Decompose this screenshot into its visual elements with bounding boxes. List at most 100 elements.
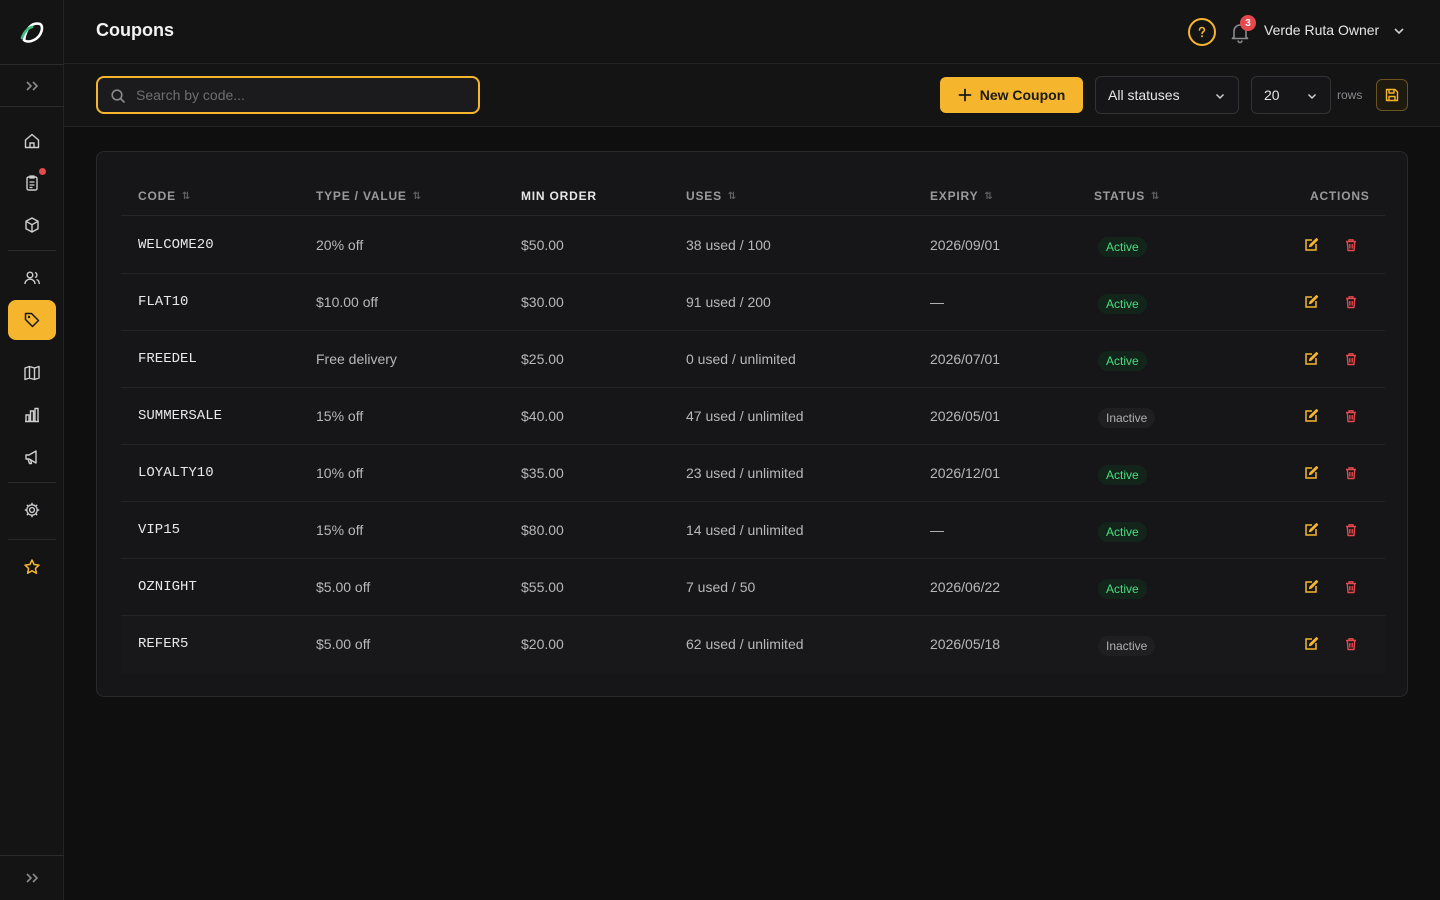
help-button[interactable]: [1188, 18, 1216, 46]
table-row[interactable]: LOYALTY10 10% off $35.00 23 used / unlimite…: [121, 445, 1385, 502]
table-row[interactable]: OZNIGHT $5.00 off $55.00 7 used / 50 2026/06…: [121, 559, 1385, 616]
status-badge: Active: [1098, 465, 1147, 485]
page-title: Coupons: [96, 20, 174, 40]
coupon-min-order: $80.00: [521, 522, 564, 538]
sidebar-divider: [8, 539, 56, 540]
chevron-down-icon[interactable]: [1392, 24, 1406, 38]
delete-button[interactable]: [1342, 350, 1360, 368]
column-header-uses[interactable]: USES ⇅: [686, 189, 737, 203]
sidebar-item-catalog[interactable]: [8, 353, 56, 393]
coupon-type-value: 15% off: [316, 408, 364, 424]
status-badge: Active: [1098, 579, 1147, 599]
edit-button[interactable]: [1302, 521, 1320, 539]
chevron-down-icon: [1215, 93, 1225, 100]
sidebar-item-coupons[interactable]: [8, 300, 56, 340]
delete-button[interactable]: [1342, 635, 1360, 653]
star-icon: [24, 559, 40, 574]
coupon-code: FLAT10: [138, 294, 189, 310]
brand-logo[interactable]: [0, 0, 64, 64]
coupon-code: LOYALTY10: [138, 465, 214, 481]
column-header-type-value[interactable]: TYPE / VALUE ⇅: [316, 189, 422, 203]
coupon-code: FREEDEL: [138, 351, 197, 367]
users-icon: [24, 271, 40, 285]
column-header-label: CODE: [138, 189, 176, 203]
trash-icon: [1346, 581, 1356, 594]
edit-icon: [1305, 637, 1319, 650]
rows-per-page-select[interactable]: 20: [1251, 76, 1331, 114]
status-badge: Inactive: [1098, 408, 1156, 428]
edit-button[interactable]: [1302, 293, 1320, 311]
table-row[interactable]: SUMMERSALE 15% off $40.00 47 used / unlimit…: [121, 388, 1385, 445]
coupon-expiry: —: [930, 522, 944, 538]
sidebar-item-home[interactable]: [8, 121, 56, 161]
trash-icon: [1346, 638, 1356, 651]
coupon-expiry: —: [930, 294, 944, 310]
sidebar-item-settings[interactable]: [8, 490, 56, 530]
column-header-status[interactable]: STATUS ⇅: [1094, 189, 1160, 203]
sidebar-item-orders[interactable]: [8, 163, 56, 203]
edit-icon: [1305, 409, 1319, 422]
table-row[interactable]: FLAT10 $10.00 off $30.00 91 used / 200 — Acti…: [121, 274, 1385, 331]
chevron-down-icon: [1307, 93, 1317, 100]
edit-button[interactable]: [1302, 350, 1320, 368]
status-filter-select[interactable]: All statuses: [1095, 76, 1239, 114]
table-row[interactable]: WELCOME20 20% off $50.00 38 used / 100 2026/…: [121, 217, 1385, 274]
table-row[interactable]: FREEDEL Free delivery $25.00 0 used / unlim…: [121, 331, 1385, 388]
table-header: CODE ⇅ TYPE / VALUE ⇅ MIN ORDER USES ⇅ EXPI…: [121, 176, 1385, 216]
delete-button[interactable]: [1342, 236, 1360, 254]
save-view-button[interactable]: [1376, 79, 1408, 111]
new-coupon-button[interactable]: New Coupon: [940, 77, 1083, 113]
column-header-expiry[interactable]: EXPIRY ⇅: [930, 189, 994, 203]
trash-icon: [1346, 410, 1356, 423]
sidebar-item-products[interactable]: [8, 205, 56, 245]
delete-button[interactable]: [1342, 464, 1360, 482]
tag-icon: [24, 312, 40, 328]
orders-icon: [26, 175, 38, 191]
edit-button[interactable]: [1302, 236, 1320, 254]
column-header-actions: ACTIONS: [1310, 189, 1370, 203]
trash-icon: [1346, 524, 1356, 537]
sidebar-item-favorites[interactable]: [8, 547, 56, 587]
edit-button[interactable]: [1302, 578, 1320, 596]
search-box[interactable]: [96, 76, 480, 114]
bar-chart-icon: [25, 407, 39, 423]
status-badge: Inactive: [1098, 636, 1156, 656]
coupon-expiry: 2026/09/01: [930, 237, 1001, 253]
table-row[interactable]: REFER5 $5.00 off $20.00 62 used / unlimited…: [121, 616, 1385, 673]
coupon-uses: 91 used / 200: [686, 294, 771, 310]
delete-button[interactable]: [1342, 407, 1360, 425]
column-header-code[interactable]: CODE ⇅: [138, 189, 191, 203]
edit-icon: [1305, 238, 1319, 251]
expand-sidebar-button[interactable]: [8, 66, 56, 106]
delete-button[interactable]: [1342, 293, 1360, 311]
search-input[interactable]: [136, 78, 466, 112]
coupon-code: OZNIGHT: [138, 579, 197, 595]
edit-button[interactable]: [1302, 635, 1320, 653]
coupon-uses: 7 used / 50: [686, 579, 756, 595]
sidebar-item-analytics[interactable]: [8, 395, 56, 435]
edit-button[interactable]: [1302, 407, 1320, 425]
edit-button[interactable]: [1302, 464, 1320, 482]
coupon-expiry: 2026/05/01: [930, 408, 1001, 424]
user-menu-name[interactable]: Verde Ruta Owner: [1264, 22, 1379, 38]
sidebar-item-marketing[interactable]: [8, 437, 56, 477]
coupon-expiry: 2026/12/01: [930, 465, 1001, 481]
status-badge: Active: [1098, 294, 1147, 314]
table-row[interactable]: VIP15 15% off $80.00 14 used / unlimited — Ac…: [121, 502, 1385, 559]
toolbar: New Coupon All statuses 20 rows: [64, 64, 1440, 127]
delete-button[interactable]: [1342, 521, 1360, 539]
sort-icon: ⇅: [412, 190, 422, 202]
trash-icon: [1346, 467, 1356, 480]
status-badge: Active: [1098, 522, 1147, 542]
collapse-toggle-button[interactable]: [8, 858, 56, 898]
rows-per-page-value: 20: [1264, 87, 1280, 103]
coupon-expiry: 2026/06/22: [930, 579, 1001, 595]
coupon-type-value: $5.00 off: [316, 579, 371, 595]
edit-icon: [1305, 466, 1319, 479]
delete-button[interactable]: [1342, 578, 1360, 596]
sidebar-item-customers[interactable]: [8, 258, 56, 298]
coupon-min-order: $25.00: [521, 351, 564, 367]
coupon-min-order: $50.00: [521, 237, 564, 253]
coupon-min-order: $35.00: [521, 465, 564, 481]
top-bar: Coupons 3 Verde Ruta Owner: [64, 0, 1440, 64]
